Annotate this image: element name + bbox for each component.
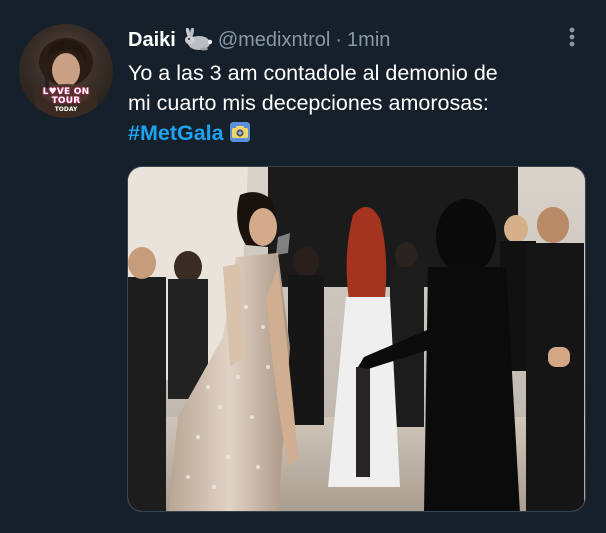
separator-dot: · [335,28,343,51]
tweet-media[interactable] [127,166,586,512]
rabbit-icon [184,28,212,51]
display-name[interactable]: Daiki [128,29,176,52]
camera-icon [229,122,250,142]
tweet-text-line: mi cuarto mis decepciones amorosas: [128,91,489,115]
tweet-text: Yo a las 3 am contadole al demonio de mi… [128,58,588,148]
avatar-badge: L♥VE ON TOUR TODAY [27,88,105,113]
hashtag-link[interactable]: #MetGala [128,121,224,145]
tweet-text-line: Yo a las 3 am contadole al demonio de [128,61,498,85]
avatar-badge-line1: L♥VE ON TOUR [42,87,90,106]
more-options-icon[interactable] [560,24,584,50]
user-handle[interactable]: @medixntrol [218,29,331,52]
hashtag-line: #MetGala [128,118,588,148]
tweet[interactable]: L♥VE ON TOUR TODAY Daiki @medixntrol · 1… [0,0,606,533]
media-photo [128,167,585,511]
timestamp[interactable]: 1min [347,29,390,52]
avatar-badge-line2: TODAY [54,106,78,113]
tweet-header: Daiki @medixntrol · 1min [128,26,390,54]
avatar[interactable]: L♥VE ON TOUR TODAY [19,24,113,118]
